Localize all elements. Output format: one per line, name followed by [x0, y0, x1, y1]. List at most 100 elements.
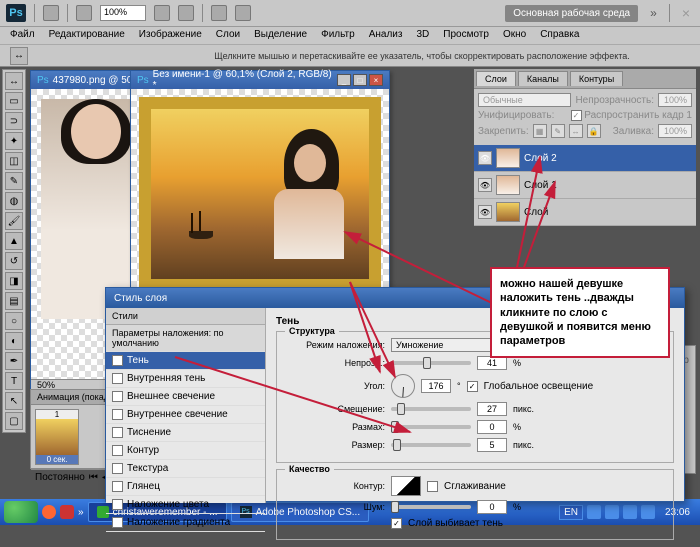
- pen-tool[interactable]: ✒: [5, 352, 23, 370]
- lock-pixels-icon[interactable]: ✎: [551, 124, 565, 138]
- layer-row[interactable]: 👁 Слой 1: [474, 172, 696, 199]
- lock-all-icon[interactable]: 🔒: [587, 124, 601, 138]
- view-icon[interactable]: [76, 5, 92, 21]
- layer-row[interactable]: 👁 Слой 2: [474, 145, 696, 172]
- eraser-tool[interactable]: ◨: [5, 272, 23, 290]
- shape-tool[interactable]: ▢: [5, 412, 23, 430]
- size-slider[interactable]: [391, 443, 471, 447]
- anim-frame[interactable]: 1 0 сек.: [35, 409, 79, 465]
- blend-select[interactable]: Умножение: [391, 338, 491, 352]
- eyedrop-tool[interactable]: ✎: [5, 172, 23, 190]
- global-light-checkbox[interactable]: ✓: [467, 381, 478, 392]
- spread-slider[interactable]: [391, 425, 471, 429]
- gradient-tool[interactable]: ▤: [5, 292, 23, 310]
- layer-name[interactable]: Слой 2: [524, 153, 557, 164]
- menu-3d[interactable]: 3D: [416, 29, 429, 42]
- angle-dial[interactable]: [391, 374, 415, 398]
- heal-tool[interactable]: ◍: [5, 192, 23, 210]
- arrange-icon[interactable]: [211, 5, 227, 21]
- chevrons-icon[interactable]: »: [646, 6, 661, 20]
- style-item[interactable]: Внешнее свечение: [106, 388, 265, 406]
- layer-name[interactable]: Слой 1: [524, 180, 557, 191]
- hand-icon[interactable]: [154, 5, 170, 21]
- lasso-tool[interactable]: ⊃: [5, 112, 23, 130]
- doc2-titlebar[interactable]: Ps Без имени-1 @ 60,1% (Слой 2, RGB/8) *…: [131, 71, 389, 89]
- menu-analysis[interactable]: Анализ: [369, 29, 403, 42]
- start-button[interactable]: [4, 501, 38, 523]
- style-item[interactable]: Текстура: [106, 460, 265, 478]
- visibility-icon[interactable]: 👁: [478, 205, 492, 219]
- style-item[interactable]: Тиснение: [106, 424, 265, 442]
- blur-tool[interactable]: ○: [5, 312, 23, 330]
- visibility-icon[interactable]: 👁: [478, 178, 492, 192]
- offset-slider[interactable]: [391, 407, 471, 411]
- styles-header[interactable]: Стили: [106, 308, 265, 325]
- minimize-button[interactable]: _: [337, 74, 351, 86]
- propagate-checkbox[interactable]: ✓: [571, 110, 582, 121]
- tab-paths[interactable]: Контуры: [570, 71, 623, 86]
- crop-tool[interactable]: ◫: [5, 152, 23, 170]
- layer-name[interactable]: Слой: [524, 207, 548, 218]
- screen-icon[interactable]: [235, 5, 251, 21]
- document-window-2[interactable]: Ps Без имени-1 @ 60,1% (Слой 2, RGB/8) *…: [130, 70, 390, 300]
- style-item[interactable]: Параметры наложения: по умолчанию: [106, 325, 265, 352]
- size-value[interactable]: 5: [477, 438, 507, 452]
- fill-field[interactable]: 100%: [658, 124, 692, 138]
- close-panel-icon[interactable]: ×: [678, 5, 694, 21]
- menu-window[interactable]: Окно: [503, 29, 526, 42]
- path-tool[interactable]: ↖: [5, 392, 23, 410]
- menu-view[interactable]: Просмотр: [443, 29, 489, 42]
- spread-value[interactable]: 0: [477, 420, 507, 434]
- menu-help[interactable]: Справка: [540, 29, 579, 42]
- quick-launch-icon[interactable]: [60, 505, 74, 519]
- layer-thumb[interactable]: [496, 148, 520, 168]
- close-button[interactable]: ×: [369, 74, 383, 86]
- history-tool[interactable]: ↺: [5, 252, 23, 270]
- noise-value[interactable]: 0: [477, 500, 507, 514]
- style-item[interactable]: Глянец: [106, 478, 265, 496]
- style-item[interactable]: Контур: [106, 442, 265, 460]
- angle-value[interactable]: 176: [421, 379, 451, 393]
- opacity-field[interactable]: 100%: [658, 93, 692, 107]
- layer-thumb[interactable]: [496, 175, 520, 195]
- menu-select[interactable]: Выделение: [254, 29, 307, 42]
- opacity-slider[interactable]: [391, 361, 471, 365]
- wand-tool[interactable]: ✦: [5, 132, 23, 150]
- shadow-checkbox[interactable]: ✓: [112, 355, 123, 366]
- menu-layers[interactable]: Слои: [216, 29, 240, 42]
- maximize-button[interactable]: □: [353, 74, 367, 86]
- contour-picker[interactable]: [391, 476, 421, 496]
- lock-transparency-icon[interactable]: ▦: [533, 124, 547, 138]
- doc2-canvas[interactable]: [131, 89, 389, 299]
- chevrons-icon[interactable]: »: [78, 507, 84, 518]
- tab-layers[interactable]: Слои: [476, 71, 516, 86]
- offset-value[interactable]: 27: [477, 402, 507, 416]
- zoom-icon[interactable]: [178, 5, 194, 21]
- style-item[interactable]: Наложение градиента: [106, 514, 265, 532]
- antialias-checkbox[interactable]: [427, 481, 438, 492]
- menu-file[interactable]: Файл: [10, 29, 35, 42]
- type-tool[interactable]: T: [5, 372, 23, 390]
- knockout-checkbox[interactable]: ✓: [391, 518, 402, 529]
- quick-launch-icon[interactable]: [42, 505, 56, 519]
- brush-tool[interactable]: 🖌: [5, 212, 23, 230]
- noise-slider[interactable]: [391, 505, 471, 509]
- tab-channels[interactable]: Каналы: [518, 71, 568, 86]
- layer-row[interactable]: 👁 Слой: [474, 199, 696, 226]
- menu-edit[interactable]: Редактирование: [49, 29, 125, 42]
- style-item-shadow[interactable]: ✓Тень: [106, 352, 265, 370]
- layer-thumb[interactable]: [496, 202, 520, 222]
- style-item[interactable]: Наложение цвета: [106, 496, 265, 514]
- bridge-icon[interactable]: [43, 5, 59, 21]
- lock-position-icon[interactable]: ↔: [569, 124, 583, 138]
- style-item[interactable]: Внутренняя тень: [106, 370, 265, 388]
- move-tool[interactable]: ↔: [5, 72, 23, 90]
- stamp-tool[interactable]: ▲: [5, 232, 23, 250]
- style-item[interactable]: Внутреннее свечение: [106, 406, 265, 424]
- menu-image[interactable]: Изображение: [139, 29, 202, 42]
- workspace-button[interactable]: Основная рабочая среда: [505, 5, 638, 22]
- move-tool-icon[interactable]: ↔: [10, 47, 28, 65]
- zoom-field[interactable]: 100%: [100, 5, 146, 21]
- visibility-icon[interactable]: 👁: [478, 151, 492, 165]
- play-first-icon[interactable]: ⏮: [89, 472, 98, 483]
